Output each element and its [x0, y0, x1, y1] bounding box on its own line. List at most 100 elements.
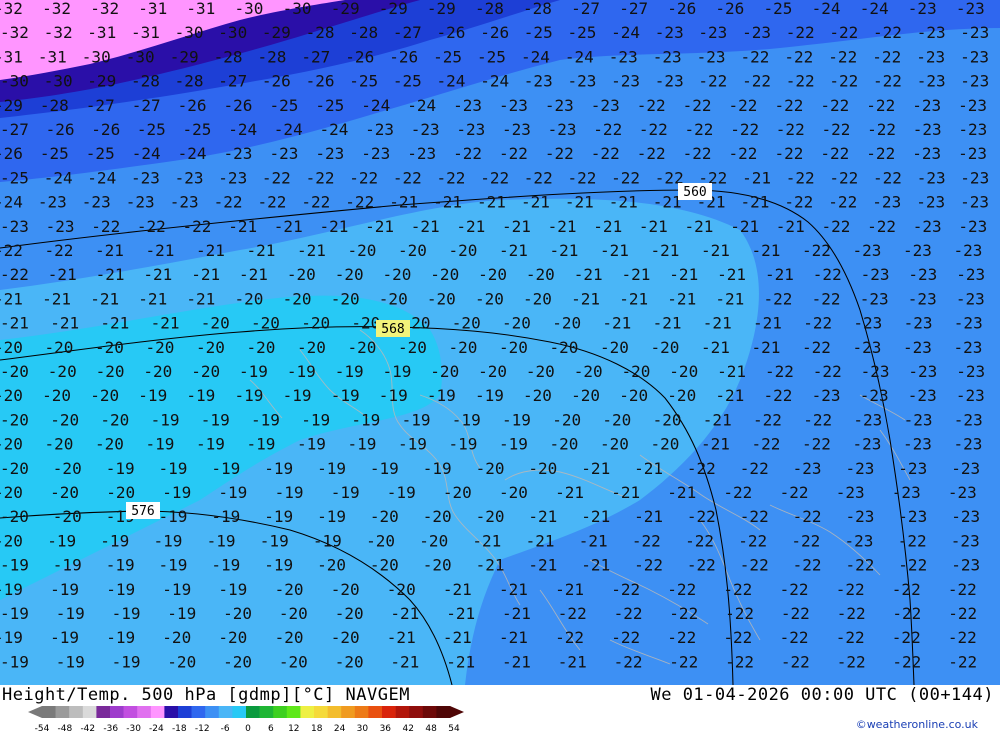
temperature-label: -20 — [0, 459, 29, 478]
temperature-label: -22 — [948, 628, 977, 647]
temperature-label: -19 — [56, 604, 85, 623]
temperature-label: -22 — [873, 168, 902, 187]
temperature-label: -22 — [723, 580, 752, 599]
temperature-label: -22 — [803, 314, 832, 333]
temperature-label: -23 — [956, 386, 985, 405]
temperature-label: -22 — [803, 410, 832, 429]
temperature-label: -19 — [317, 507, 346, 526]
temperature-label: -22 — [685, 120, 714, 139]
temperature-label: -22 — [611, 580, 640, 599]
temperature-label: -21 — [528, 507, 557, 526]
temperature-label: -20 — [0, 386, 23, 405]
temperature-label: -23 — [698, 23, 727, 42]
temperature-label: -21 — [558, 652, 587, 671]
temperature-label: -30 — [126, 47, 155, 66]
temperature-label: -32 — [90, 0, 119, 18]
temperature-label: -21 — [619, 289, 648, 308]
temperature-label: -22 — [730, 120, 759, 139]
temperature-label: -20 — [452, 314, 481, 333]
temperature-label: -19 — [387, 483, 416, 502]
temperature-label: -22 — [45, 241, 74, 260]
temperature-label: -20 — [398, 241, 427, 260]
temperature-label: -20 — [526, 362, 555, 381]
temperature-label: -21 — [717, 265, 746, 284]
temperature-label: -20 — [235, 289, 264, 308]
temperature-label: -23 — [224, 144, 253, 163]
temperature-label: -19 — [283, 386, 312, 405]
temperature-label: -22 — [742, 72, 771, 91]
colorbar-cell — [205, 706, 220, 718]
temperature-label: -21 — [611, 483, 640, 502]
temperature-label: -22 — [740, 459, 769, 478]
temperature-label: -22 — [258, 193, 287, 212]
temperature-label: -20 — [423, 507, 452, 526]
temperature-label: -20 — [247, 338, 276, 357]
map-title: Height/Temp. 500 hPa [gdmp][°C] NAVGEM — [2, 685, 410, 705]
temperature-label: -20 — [0, 531, 23, 550]
temperature-label: -22 — [614, 604, 643, 623]
colorbar-cell — [422, 706, 437, 718]
temperature-label: -19 — [449, 435, 478, 454]
temperature-label: -19 — [301, 410, 330, 429]
temperature-label: -21 — [565, 193, 594, 212]
map-footer: Height/Temp. 500 hPa [gdmp][°C] NAVGEM W… — [0, 685, 1000, 733]
temperature-label: -25 — [524, 23, 553, 42]
temperature-label: -23 — [954, 435, 983, 454]
temperature-label: -22 — [775, 96, 804, 115]
temperature-label: -19 — [211, 507, 240, 526]
temperature-label: -20 — [251, 314, 280, 333]
temperature-label: -24 — [407, 96, 436, 115]
temperature-label: -22 — [639, 120, 668, 139]
temperature-label: -19 — [251, 410, 280, 429]
isohypse-label-568: 568 — [376, 320, 410, 337]
temperature-label: -21 — [186, 289, 215, 308]
colorbar-cell — [218, 706, 233, 718]
colorbar-cell — [300, 706, 315, 718]
temperature-label: -24 — [44, 168, 73, 187]
temperature-label: -23 — [853, 314, 882, 333]
colorbar-tick-label: 36 — [380, 724, 392, 732]
temperature-label: -23 — [958, 217, 987, 236]
temperature-label: -23 — [908, 362, 937, 381]
temperature-label: -20 — [552, 410, 581, 429]
temperature-label: -21 — [651, 241, 680, 260]
temperature-label: -21 — [528, 556, 557, 575]
temperature-label: -25 — [349, 72, 378, 91]
colorbar-cell — [42, 706, 56, 718]
weather-map-page: -32-32-32-31-31-30-30-29-29-29-28-28-27-… — [0, 0, 1000, 733]
temperature-label: -28 — [175, 72, 204, 91]
temperature-label: -21 — [600, 241, 629, 260]
temperature-label: -22 — [437, 168, 466, 187]
temperature-label: -22 — [802, 435, 831, 454]
temperature-label: -28 — [475, 0, 504, 18]
temperature-label: -21 — [669, 265, 698, 284]
temperature-label: -23 — [591, 96, 620, 115]
temperature-label: -23 — [502, 120, 531, 139]
credit-link[interactable]: ©weatheronline.co.uk — [856, 718, 978, 731]
temperature-label: -19 — [317, 459, 346, 478]
temperature-label: -22 — [306, 168, 335, 187]
temperature-label: -23 — [960, 168, 989, 187]
temperature-label: -22 — [741, 47, 770, 66]
temperature-label: -21 — [581, 459, 610, 478]
temperature-label: -20 — [0, 435, 23, 454]
temperature-label: -28 — [131, 72, 160, 91]
temperature-label: -19 — [383, 362, 412, 381]
temperature-label: -23 — [38, 193, 67, 212]
temperature-label: -19 — [370, 459, 399, 478]
colorbar-tick-label: -42 — [80, 724, 95, 732]
temperature-label: -23 — [655, 72, 684, 91]
temperature-label: -27 — [86, 96, 115, 115]
temperature-label: -22 — [820, 144, 849, 163]
temperature-label: -20 — [602, 410, 631, 429]
colorbar-tick-label: 48 — [425, 724, 437, 732]
temperature-label: -23 — [609, 47, 638, 66]
temperature-label: -20 — [106, 483, 135, 502]
temperature-label: -23 — [956, 265, 985, 284]
temperature-label: -20 — [53, 459, 82, 478]
temperature-label: -22 — [752, 435, 781, 454]
temperature-label: -20 — [162, 628, 191, 647]
temperature-label: -19 — [0, 652, 29, 671]
colorbar-tick-label: 18 — [311, 724, 323, 732]
temperature-label: -30 — [44, 72, 73, 91]
